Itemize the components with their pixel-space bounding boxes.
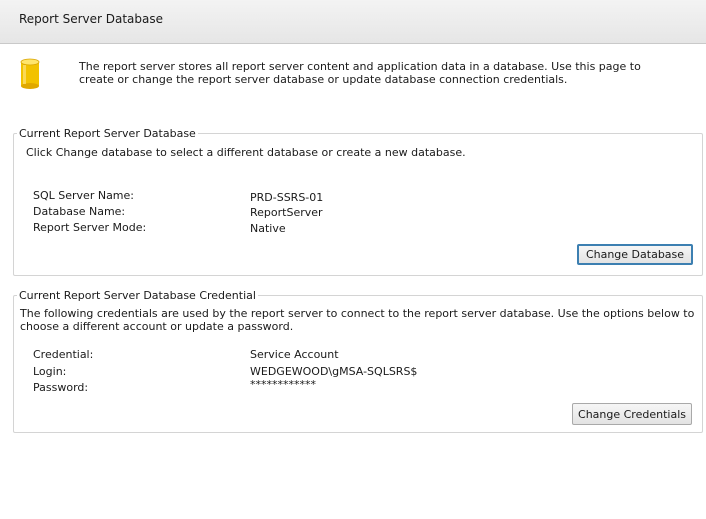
- sql-server-name-value: PRD-SSRS-01: [250, 191, 324, 204]
- credential-value: Service Account: [250, 348, 339, 361]
- login-label: Login:: [33, 365, 67, 378]
- credential-group: Current Report Server Database Credentia…: [13, 289, 703, 433]
- report-server-mode-value: Native: [250, 222, 286, 235]
- page-title: Report Server Database: [19, 12, 164, 26]
- password-label: Password:: [33, 381, 89, 394]
- sql-server-name-label: SQL Server Name:: [33, 189, 134, 202]
- report-server-mode-label: Report Server Mode:: [33, 221, 147, 234]
- change-database-instruction: Click Change database to select a differ…: [26, 146, 466, 159]
- change-credentials-button[interactable]: Change Credentials: [572, 403, 692, 425]
- password-value: ************: [250, 378, 316, 391]
- intro-text: The report server stores all report serv…: [79, 60, 641, 86]
- page-header: Report Server Database: [0, 0, 706, 44]
- login-value: WEDGEWOOD\gMSA-SQLSRS$: [250, 365, 418, 378]
- database-name-label: Database Name:: [33, 205, 126, 218]
- current-database-group: Current Report Server Database Click Cha…: [13, 127, 703, 276]
- database-icon: [20, 58, 40, 89]
- change-database-button[interactable]: Change Database: [577, 244, 693, 265]
- credential-description: The following credentials are used by th…: [20, 307, 695, 333]
- credential-label: Credential:: [33, 348, 94, 361]
- database-name-value: ReportServer: [250, 206, 323, 219]
- credential-legend: Current Report Server Database Credentia…: [19, 289, 256, 302]
- current-database-legend: Current Report Server Database: [19, 127, 196, 140]
